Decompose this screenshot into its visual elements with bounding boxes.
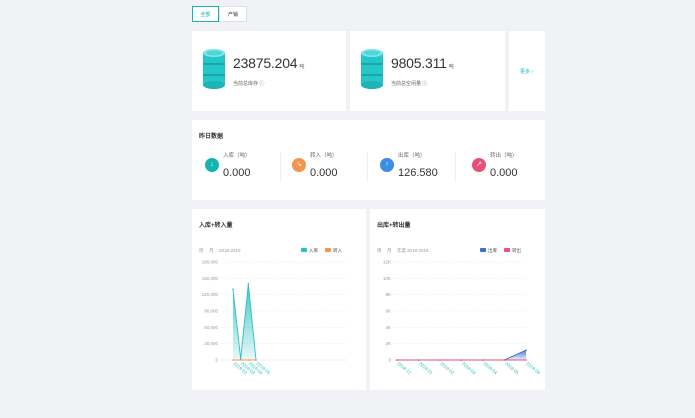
- transfer-in-icon: ↘: [292, 158, 306, 172]
- more-link[interactable]: 更多 ›: [520, 68, 533, 75]
- y-tick-label: 2K: [385, 341, 391, 346]
- transfer-out-icon: ↗: [472, 158, 486, 172]
- stat-value-inbound: 0.000: [223, 167, 251, 179]
- yesterday-title: 昨日数据: [199, 134, 224, 140]
- data-point: [247, 282, 250, 285]
- free-value-row: 9805.311 吨: [391, 55, 454, 73]
- outbound-chart-card: 出库+转出量 周月年度 2018-2019 出库 转出 0 2K 4K 6K 8K 10K 12K 2…: [370, 209, 545, 390]
- data-point: [417, 359, 420, 361]
- stat-label-transfer-in: 转入（吨）: [310, 153, 338, 159]
- y-tick-label: 8K: [385, 292, 391, 297]
- x-tick-label: 2019-01: [418, 361, 434, 376]
- free-unit: 吨: [448, 64, 454, 70]
- inbound-chart-card: 入库+转入量 周月 2018-2019 入库 转入 0 30,000 60,000 90,00…: [192, 209, 366, 390]
- y-tick-label: 120,000: [202, 292, 219, 297]
- data-point: [232, 359, 234, 361]
- range-toggle: 周: [377, 248, 382, 254]
- y-tick-label: 6K: [385, 309, 391, 314]
- data-point: [503, 359, 506, 361]
- arrow-down-icon: ↓: [205, 158, 219, 172]
- stat-value-outbound: 126.580: [398, 167, 438, 179]
- x-tick-label: 2019-06: [525, 361, 541, 376]
- data-point: [439, 359, 441, 361]
- stat-value-transfer-in: 0.000: [310, 167, 338, 179]
- y-tick-label: 0: [215, 358, 218, 363]
- data-point: [255, 359, 257, 361]
- stat-label-transfer-out: 转出（吨）: [490, 153, 518, 159]
- x-tick-label: 2019-02: [439, 361, 455, 376]
- y-tick-label: 150,000: [202, 276, 219, 281]
- outbound-chart: 周月年度 2018-2019 出库 转出 0 2K 4K 6K 8K 10K 12K 2018-12 2…: [377, 247, 542, 376]
- data-point: [460, 359, 463, 361]
- x-tick-label: 2019-03: [461, 361, 477, 376]
- legend-label: 转出: [512, 247, 521, 254]
- x-tick-label: 2018-12: [396, 361, 412, 376]
- y-tick-label: 60,000: [204, 325, 218, 330]
- y-tick-label: 12K: [383, 260, 391, 265]
- data-point: [239, 359, 242, 361]
- stat-label-inbound: 入库（吨）: [223, 153, 251, 159]
- y-tick-label: 30,000: [204, 341, 218, 346]
- range-toggle: 月: [209, 248, 214, 254]
- y-tick-label: 90,000: [204, 309, 218, 314]
- legend-swatch: [325, 248, 331, 252]
- divider: [455, 152, 456, 182]
- barrel-icon: [203, 49, 225, 89]
- stat-value-transfer-out: 0.000: [490, 167, 518, 179]
- inbound-chart-title: 入库+转入量: [199, 223, 233, 229]
- yesterday-card: 昨日数据 ↓ 入库（吨） 0.000 ↘ 转入（吨） 0.000 ↑ 出库（吨）…: [192, 120, 545, 200]
- divider: [280, 152, 281, 182]
- divider: [367, 152, 368, 182]
- data-point: [525, 359, 527, 361]
- tab-production-sales[interactable]: 产销: [219, 6, 247, 22]
- range-toggle: 年度: [397, 247, 406, 254]
- data-point: [247, 359, 250, 361]
- inventory-value-row: 23875.204 吨: [233, 55, 304, 73]
- data-point: [232, 288, 234, 291]
- data-point: [482, 359, 484, 361]
- legend-label: 出库: [488, 247, 497, 254]
- y-tick-label: 10K: [383, 276, 391, 281]
- data-point: [525, 349, 527, 351]
- more-card: 更多 ›: [509, 31, 545, 111]
- outbound-chart-title: 出库+转出量: [377, 223, 411, 229]
- y-tick-label: 4K: [385, 325, 391, 330]
- x-tick-label: 2019-04: [482, 361, 498, 376]
- x-tick-label: 2019-05: [504, 361, 520, 376]
- legend-swatch: [504, 248, 510, 252]
- barrel-icon: [361, 49, 383, 89]
- inventory-value: 23875.204: [233, 55, 298, 71]
- range-toggle: 周: [199, 248, 204, 254]
- inventory-label: 当前总库存 ⓘ: [233, 81, 265, 87]
- total-free-card: 9805.311 吨 当前总空闲量 ⓘ: [350, 31, 505, 111]
- series-line-出库: [397, 349, 527, 361]
- range-toggle: 月: [387, 248, 392, 254]
- range-toggle: 2018-2019: [407, 248, 429, 253]
- y-tick-label: 0: [388, 358, 391, 363]
- stat-label-outbound: 出库（吨）: [398, 153, 426, 159]
- inventory-unit: 吨: [299, 64, 305, 70]
- tab-all[interactable]: 全部: [192, 6, 219, 22]
- free-label: 当前总空闲量 ⓘ: [391, 81, 428, 87]
- legend-swatch: [301, 248, 307, 252]
- total-inventory-card: 23875.204 吨 当前总库存 ⓘ: [192, 31, 346, 111]
- arrow-up-icon: ↑: [380, 158, 394, 172]
- legend-label: 转入: [333, 247, 342, 254]
- data-point: [396, 359, 398, 361]
- legend-label: 入库: [309, 247, 318, 254]
- y-tick-label: 180,000: [202, 260, 219, 265]
- legend-swatch: [480, 248, 486, 252]
- free-value: 9805.311: [391, 55, 447, 71]
- inbound-chart: 周月 2018-2019 入库 转入 0 30,000 60,000 90,000 120,00…: [199, 247, 347, 376]
- range-toggle: 2018-2019: [219, 248, 241, 253]
